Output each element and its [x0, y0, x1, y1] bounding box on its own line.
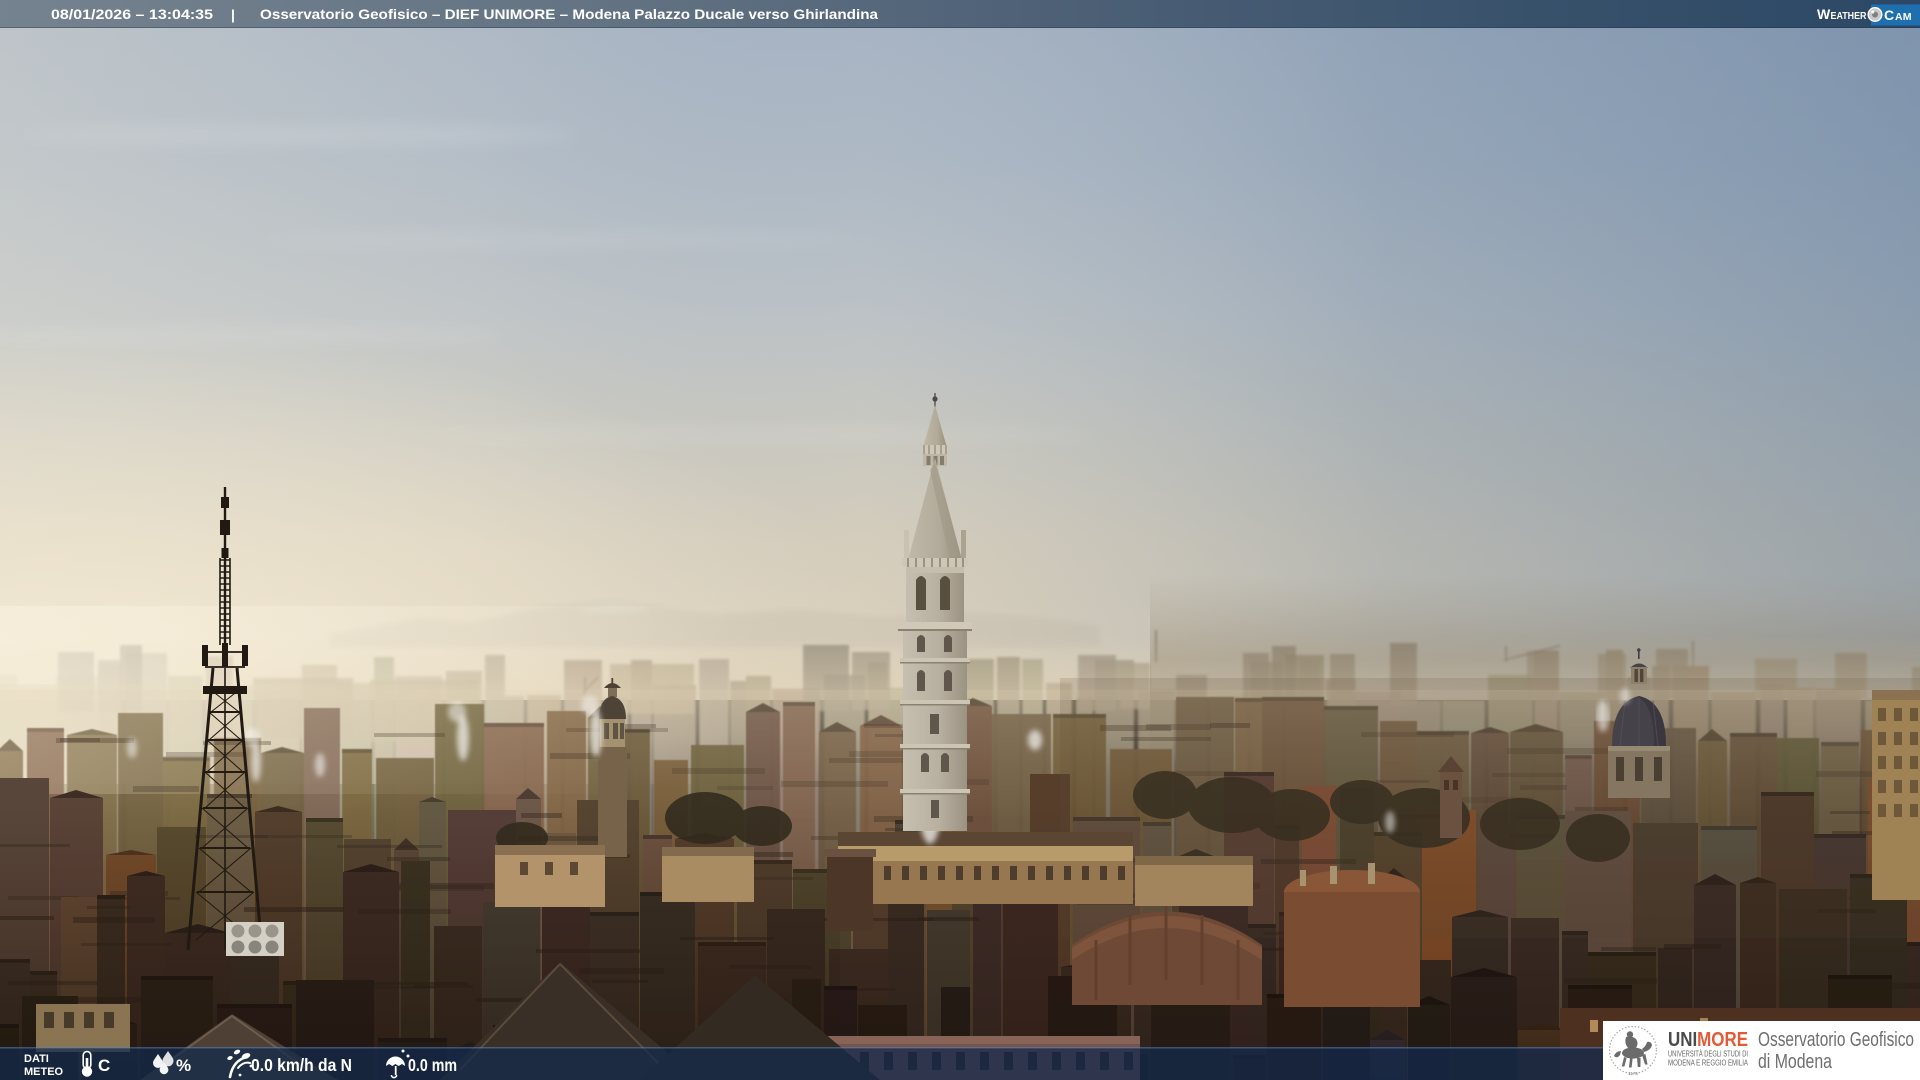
svg-text:METEO: METEO: [24, 1066, 64, 1078]
svg-text:UNIMORE: UNIMORE: [1668, 1029, 1748, 1051]
svg-text:0.0 km/h da N: 0.0 km/h da N: [251, 1055, 352, 1075]
svg-text:di Modena: di Modena: [1758, 1051, 1833, 1073]
svg-text:%: %: [176, 1056, 191, 1075]
svg-text:EATHER: EATHER: [1831, 10, 1867, 22]
svg-text:|: |: [231, 7, 235, 23]
svg-text:0.0 mm: 0.0 mm: [408, 1055, 457, 1075]
svg-text:AM: AM: [1895, 11, 1912, 23]
svg-text:DATI: DATI: [24, 1053, 49, 1065]
svg-text:C: C: [98, 1056, 110, 1075]
svg-text:Osservatorio Geofisico: Osservatorio Geofisico: [1758, 1029, 1914, 1051]
svg-text:W: W: [1817, 6, 1831, 22]
svg-text:C: C: [1884, 7, 1894, 23]
svg-text:Osservatorio Geofisico – DIEF: Osservatorio Geofisico – DIEF UNIMORE – …: [260, 7, 879, 22]
svg-text:08/01/2026 – 13:04:35: 08/01/2026 – 13:04:35: [51, 7, 214, 22]
svg-text:UNIVERSITÀ DEGLI STUDI DI: UNIVERSITÀ DEGLI STUDI DI: [1668, 1050, 1748, 1059]
svg-text:1175: 1175: [1628, 1071, 1638, 1076]
svg-text:MODENA E REGGIO EMILIA: MODENA E REGGIO EMILIA: [1668, 1059, 1748, 1068]
